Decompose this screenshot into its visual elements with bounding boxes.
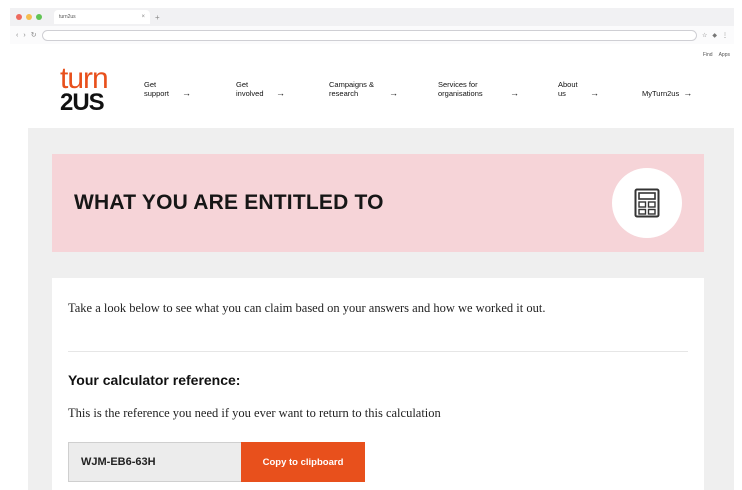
browser-toolbar: ‹ › ↻ ☆ ◆ ⋮ [10,26,734,44]
nav-label: Get support [144,80,170,98]
browser-chrome: turn2us × + ‹ › ↻ ☆ ◆ ⋮ [10,8,734,44]
nav-label: Services for organisations [438,80,483,98]
page-banner: WHAT YOU ARE ENTITLED TO [52,154,704,252]
nav-get-support[interactable]: Get support → [144,80,191,98]
nav-campaigns-research[interactable]: Campaigns & research → [329,80,398,98]
arrow-right-icon: → [590,88,599,98]
tab-close-icon[interactable]: × [141,14,145,20]
bookmark-star-icon[interactable]: ☆ [702,32,707,39]
reload-icon[interactable]: ↻ [31,31,37,39]
turn2us-logo[interactable]: turn 2US [60,64,124,116]
arrow-right-icon: → [182,88,191,98]
calculator-icon-graphic [634,188,660,218]
tab-title: turn2us [59,14,76,20]
nav-label: Campaigns & research [329,80,375,98]
nav-myturn2us[interactable]: MyTurn2us → [642,88,693,99]
utility-links: Find Apps [703,52,730,58]
intro-text: Take a look below to see what you can cl… [68,301,546,315]
extensions-icon[interactable]: ◆ [712,32,717,39]
utility-link-find[interactable]: Find [703,52,713,58]
reference-row: WJM-EB6-63H Copy to clipboard [68,442,365,482]
arrow-right-icon: → [510,88,519,98]
reference-description: This is the reference you need if you ev… [68,406,441,420]
copy-to-clipboard-button[interactable]: Copy to clipboard [241,442,365,482]
arrow-right-icon: → [683,88,693,98]
nav-label: Get involved [236,80,264,98]
divider [68,351,688,352]
reference-code-field[interactable]: WJM-EB6-63H [68,442,241,482]
minimize-window-icon[interactable] [26,14,32,20]
maximize-window-icon[interactable] [36,14,42,20]
nav-services-organisations[interactable]: Services for organisations → [438,80,519,98]
nav-label: MyTurn2us [642,89,680,98]
reference-heading: Your calculator reference: [68,372,241,388]
calculator-icon [612,168,682,238]
page-title: WHAT YOU ARE ENTITLED TO [74,191,384,214]
forward-icon[interactable]: › [23,32,25,39]
nav-label: About us [558,80,578,98]
back-icon[interactable]: ‹ [16,32,18,39]
close-window-icon[interactable] [16,14,22,20]
browser-menu-icon[interactable]: ⋮ [722,32,728,39]
tab-strip: turn2us × + [10,8,734,26]
nav-about-us[interactable]: About us → [558,80,599,98]
reference-code: WJM-EB6-63H [81,456,156,468]
arrow-right-icon: → [276,88,285,98]
logo-line-2: 2US [60,89,105,116]
nav-get-involved[interactable]: Get involved → [236,80,285,98]
main-navigation: Get support → Get involved → Campaigns &… [144,80,718,106]
arrow-right-icon: → [389,88,398,98]
utility-link-apps[interactable]: Apps [719,52,730,58]
address-bar[interactable] [41,29,697,41]
browser-tab[interactable]: turn2us × [54,10,150,24]
new-tab-icon[interactable]: + [155,13,160,22]
results-card: Take a look below to see what you can cl… [52,278,704,490]
